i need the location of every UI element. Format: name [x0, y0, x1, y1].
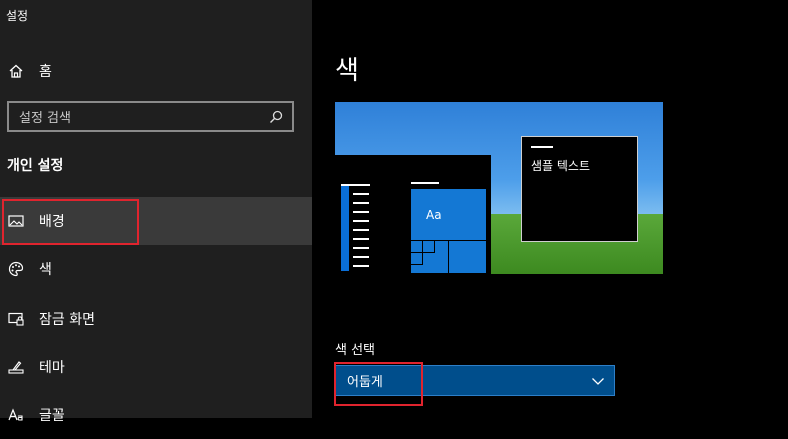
preview-start-line: [353, 211, 369, 213]
preview-tile-small: [410, 252, 423, 265]
sidebar-item-theme[interactable]: 테마: [0, 343, 312, 391]
sidebar: 설정 홈 설정 검색 개인 설정 배경 색 잠금 화면 테마 글꼴: [0, 0, 312, 424]
color-mode-value: 어둡게: [347, 375, 383, 390]
preview-start-column: [341, 185, 349, 271]
search-icon[interactable]: [268, 109, 284, 125]
sidebar-item-color[interactable]: 색: [0, 245, 312, 293]
app-title: 설정: [6, 9, 29, 23]
theme-brush-icon: [8, 359, 24, 375]
preview-start-line: [353, 238, 369, 240]
preview-tile: [448, 240, 487, 274]
preview-tile-large: [411, 189, 486, 240]
preview-start-line: [353, 202, 369, 204]
search-input[interactable]: 설정 검색: [7, 101, 294, 132]
section-title: 개인 설정: [7, 158, 64, 174]
main-content: 색 Aa 샘플 텍스트 색 선택 어둡게: [312, 0, 788, 418]
color-select-label: 색 선택: [335, 343, 376, 358]
preview-start-line: [353, 220, 369, 222]
color-preview: Aa 샘플 텍스트: [335, 102, 663, 274]
preview-sample-bar: [531, 146, 553, 148]
sidebar-item-label: 글꼴: [39, 408, 65, 424]
lock-screen-icon: [8, 311, 24, 327]
palette-icon: [8, 261, 24, 277]
preview-start-line: [353, 256, 369, 258]
picture-icon: [8, 213, 24, 229]
font-icon: [8, 407, 24, 423]
nav-home[interactable]: 홈: [0, 54, 312, 88]
sidebar-item-fonts[interactable]: 글꼴: [0, 391, 312, 439]
preview-tiles-line: [411, 182, 439, 184]
preview-tile-small: [422, 240, 435, 253]
preview-start-line: [353, 229, 369, 231]
preview-start-line: [341, 184, 370, 186]
sidebar-item-label: 색: [39, 262, 52, 278]
preview-start-line: [353, 193, 369, 195]
sidebar-item-label: 잠금 화면: [39, 312, 95, 328]
preview-start-line: [353, 247, 369, 249]
sidebar-item-background[interactable]: 배경: [0, 197, 312, 245]
sidebar-item-label: 배경: [39, 214, 65, 230]
preview-sample-text: 샘플 텍스트: [531, 159, 591, 173]
page-title: 색: [335, 56, 359, 86]
sidebar-item-lock-screen[interactable]: 잠금 화면: [0, 295, 312, 343]
preview-sample-window: 샘플 텍스트: [521, 136, 638, 242]
preview-start-window: Aa: [335, 155, 491, 274]
home-label: 홈: [39, 64, 52, 80]
search-placeholder: 설정 검색: [19, 111, 71, 126]
sidebar-item-label: 테마: [39, 360, 65, 376]
preview-tile-small: [410, 240, 423, 253]
color-mode-dropdown[interactable]: 어둡게: [335, 365, 615, 396]
home-icon: [8, 63, 24, 79]
chevron-down-icon: [591, 374, 605, 388]
preview-tile-label: Aa: [426, 208, 442, 222]
preview-start-line: [353, 265, 369, 267]
